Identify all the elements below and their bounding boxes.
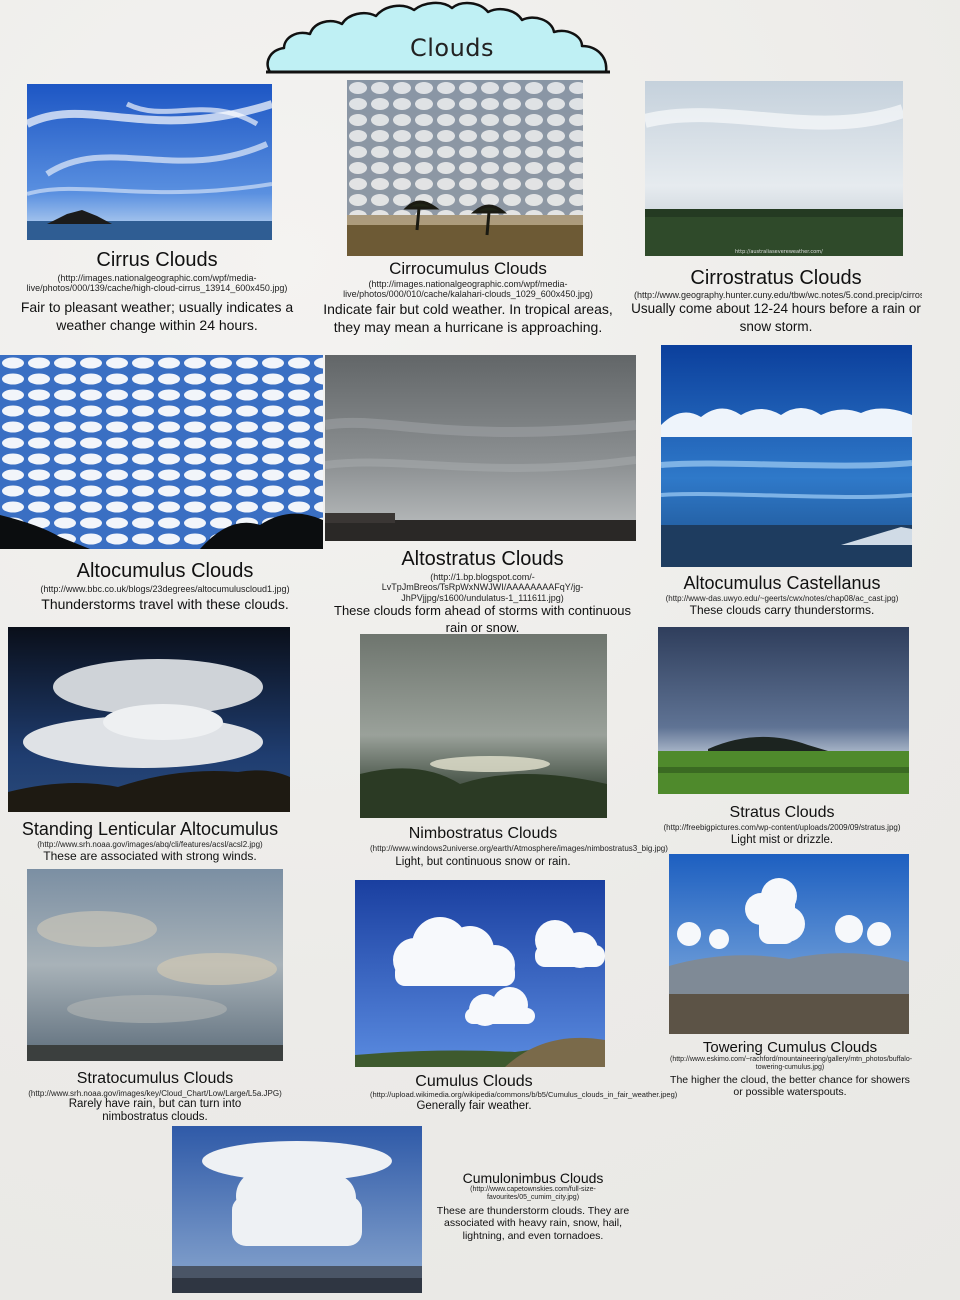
source-url: (http://images.nationalgeographic.com/wp…	[343, 278, 593, 300]
cloud-name: Standing Lenticular Altocumulus	[21, 819, 279, 839]
source-url: (http://freebigpictures.com/wp-content/u…	[663, 822, 901, 832]
standing-lenticular-photo	[8, 627, 290, 812]
source-url: (http://www.srh.noaa.gov/images/key/Clou…	[28, 1088, 282, 1098]
stratocumulus-photo	[27, 869, 283, 1061]
cirrostratus-caption: Cirrostratus Clouds (http://www.geograph…	[630, 268, 922, 334]
source-url: (http://www-das.uwyo.edu/~geerts/cwx/not…	[665, 593, 899, 603]
source-url: (http://www.capetownskies.com/full-size-…	[470, 1185, 596, 1201]
nimbostratus-photo	[360, 634, 607, 818]
source-url: (http://www.eskimo.com/~rachford/mountai…	[670, 1055, 913, 1071]
cirrus-photo	[27, 84, 272, 240]
altostratus-photo	[325, 355, 636, 541]
cloud-name: Cumulus Clouds	[415, 1073, 533, 1090]
stratocumulus-caption: Stratocumulus Clouds (http://www.srh.noa…	[25, 1070, 285, 1124]
cloud-name: Cirrus Clouds	[96, 249, 218, 271]
cloud-name: Stratocumulus Clouds	[76, 1070, 234, 1087]
altocumulus-castellanus-photo	[661, 345, 912, 567]
cloud-name: Towering Cumulus Clouds	[702, 1039, 878, 1056]
cloud-description: Rarely have rain, but can turn into nimb…	[68, 1097, 242, 1124]
source-url: (http://www.bbc.co.uk/blogs/23degrees/al…	[40, 584, 290, 594]
altocumulus-photo	[0, 355, 323, 549]
cloud-description: Thunderstorms travel with these clouds.	[41, 596, 289, 613]
cloud-name: Altocumulus Clouds	[76, 560, 254, 582]
cloud-description: The higher the cloud, the better chance …	[670, 1073, 910, 1099]
source-url: (http://images.nationalgeographic.com/wp…	[26, 273, 288, 294]
cloud-name: Altostratus Clouds	[401, 548, 564, 570]
cloud-name: Altocumulus Castellanus	[683, 573, 881, 593]
cloud-description: Light, but continuous snow or rain.	[395, 855, 571, 868]
cloud-name: Nimbostratus Clouds	[408, 825, 558, 842]
cloud-description: Indicate fair but cold weather. In tropi…	[323, 300, 613, 335]
cirrostratus-watermark: http://australiasevereweather.com/	[735, 249, 823, 255]
cirrus-caption: Cirrus Clouds (http://images.nationalgeo…	[2, 250, 312, 334]
altostratus-caption: Altostratus Clouds (http://1.bp.blogspot…	[325, 549, 640, 637]
standing-lenticular-caption: Standing Lenticular Altocumulus (http://…	[2, 820, 298, 865]
nimbostratus-caption: Nimbostratus Clouds (http://www.windows2…	[360, 825, 668, 870]
cloud-name: Cirrocumulus Clouds	[389, 259, 547, 278]
cloud-description: Fair to pleasant weather; usually indica…	[20, 298, 294, 333]
cloud-description: These clouds carry thunderstorms.	[689, 603, 875, 618]
cloud-description: Generally fair weather.	[416, 1100, 532, 1113]
cumulus-caption: Cumulus Clouds (http://upload.wikimedia.…	[350, 1073, 678, 1114]
cirrostratus-photo: http://australiasevereweather.com/	[645, 81, 903, 256]
cloud-description: These are thunderstorm clouds. They are …	[436, 1204, 630, 1242]
source-url: (http://www.geography.hunter.cuny.edu/tb…	[634, 290, 922, 300]
cumulonimbus-caption: Cumulonimbus Clouds (http://www.capetown…	[422, 1171, 644, 1243]
cumulonimbus-photo	[172, 1126, 422, 1293]
cloud-name: Cirrostratus Clouds	[690, 268, 862, 289]
cirrocumulus-caption: Cirrocumulus Clouds (http://images.natio…	[310, 260, 626, 336]
cloud-description: Light mist or drizzle.	[730, 833, 834, 846]
altocumulus-castellanus-caption: Altocumulus Castellanus (http://www-das.…	[650, 574, 914, 619]
cloud-description: These clouds form ahead of storms with c…	[334, 603, 631, 635]
cirrocumulus-photo	[347, 80, 583, 256]
cloud-description: Usually come about 12-24 hours before a …	[631, 301, 921, 334]
cumulus-photo	[355, 880, 605, 1067]
stratus-caption: Stratus Clouds (http://freebigpictures.c…	[650, 804, 914, 848]
source-url: (http://upload.wikimedia.org/wikipedia/c…	[370, 1089, 678, 1099]
page-title: Clouds	[409, 34, 495, 62]
source-url: (http://www.windows2universe.org/earth/A…	[370, 843, 668, 853]
towering-cumulus-photo	[669, 854, 909, 1034]
source-url: (http://1.bp.blogspot.com/-LvTpJmBreos/T…	[381, 572, 584, 603]
source-url: (http://www.srh.noaa.gov/images/abq/cli/…	[37, 839, 263, 849]
towering-cumulus-caption: Towering Cumulus Clouds (http://www.eski…	[664, 1040, 916, 1099]
stratus-photo	[658, 627, 909, 794]
cloud-description: These are associated with strong winds.	[43, 849, 257, 864]
cloud-name: Cumulonimbus Clouds	[462, 1170, 604, 1186]
cloud-name: Stratus Clouds	[729, 804, 835, 821]
altocumulus-caption: Altocumulus Clouds (http://www.bbc.co.uk…	[10, 561, 320, 614]
